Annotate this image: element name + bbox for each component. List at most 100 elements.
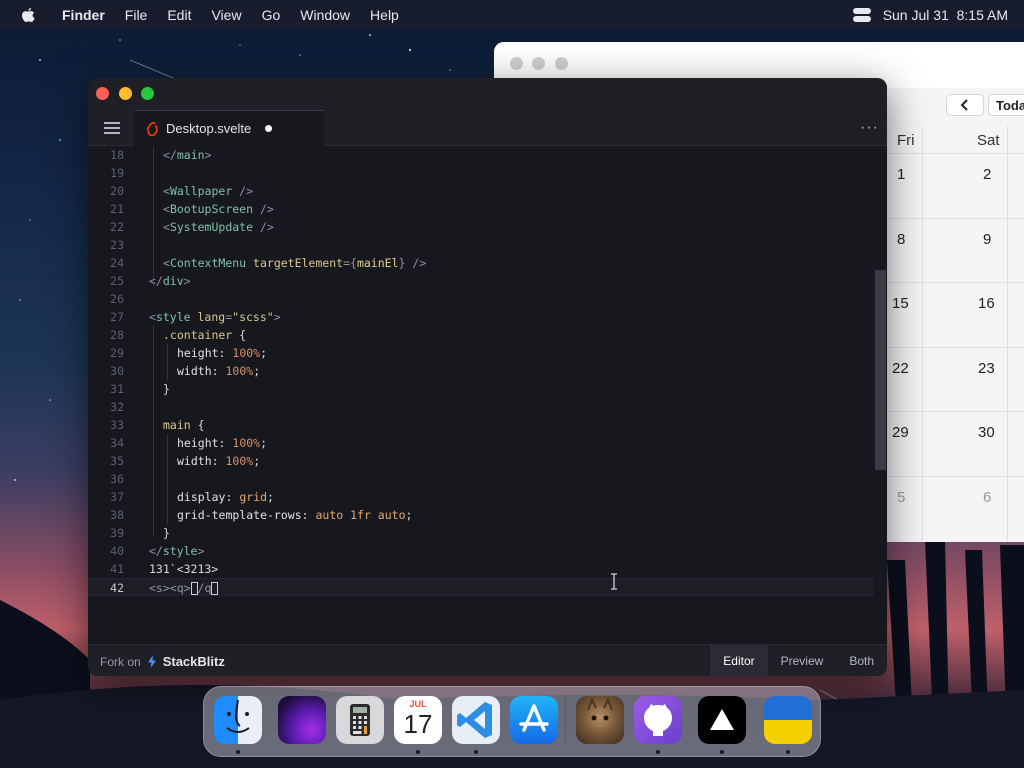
close-button[interactable]: [96, 87, 109, 100]
running-indicator: [720, 750, 724, 754]
line-number: 22: [110, 220, 124, 234]
calendar-day[interactable]: 8: [897, 231, 905, 248]
menu-file[interactable]: File: [125, 7, 148, 23]
calendar-day[interactable]: 23: [978, 360, 995, 377]
calendar-day-headers: Fri Sat: [887, 126, 1024, 154]
calendar-day[interactable]: 9: [983, 231, 991, 248]
control-center-icon[interactable]: [852, 7, 871, 22]
menu-go[interactable]: Go: [262, 7, 281, 23]
line-number: 39: [110, 526, 124, 540]
code-line: 34 height: 100%;: [88, 434, 887, 452]
octocat-icon: [644, 704, 672, 736]
day-header-fri: Fri: [897, 132, 915, 149]
code-line: 31}: [88, 380, 887, 398]
code-line: 36: [88, 470, 887, 488]
running-indicator: [474, 750, 478, 754]
line-number: 36: [110, 472, 124, 486]
calendar-day[interactable]: 22: [892, 360, 909, 377]
unsaved-dot-icon: [265, 125, 273, 132]
chevron-left-icon: [960, 99, 968, 111]
prev-month-button[interactable]: [946, 94, 984, 116]
calendar-day[interactable]: 30: [978, 424, 995, 441]
code-line: 21 <BootupScreen />: [88, 200, 887, 218]
calendar-day[interactable]: 2: [983, 166, 991, 183]
line-number: 34: [110, 436, 124, 450]
ibeam-cursor-icon: [611, 573, 617, 590]
finder-icon[interactable]: [214, 696, 262, 744]
calendar-day-label: 17: [403, 709, 433, 739]
code-line: 35 width: 100%;: [88, 452, 887, 470]
calendar-day[interactable]: 1: [897, 166, 905, 183]
menu-finder[interactable]: Finder: [62, 7, 105, 23]
calendar-week: 12: [887, 154, 1024, 219]
calendar-week: 22 23: [887, 348, 1024, 412]
code-line: 30 width: 100%;: [88, 362, 887, 380]
minimize-light[interactable]: [532, 57, 545, 70]
menu-help[interactable]: Help: [370, 7, 399, 23]
tab-both[interactable]: Both: [836, 645, 887, 676]
code-editor[interactable]: 18 </main> 19 20 <Wallpaper /> 21 <BootupSc…: [88, 146, 887, 644]
calendar-day[interactable]: 5: [897, 489, 905, 506]
code-line: 32: [88, 398, 887, 416]
finder-face-icon: [226, 699, 250, 733]
calendar-week: 89: [887, 219, 1024, 283]
fork-on-stackblitz-link[interactable]: Fork on StackBlitz: [100, 654, 225, 669]
vscode-icon[interactable]: [452, 696, 500, 744]
ukraine-flag-icon[interactable]: [764, 696, 812, 744]
editor-window: Desktop.svelte ··· 18 </main> 19 20 <Wallp…: [88, 78, 887, 676]
code-line: 26: [88, 290, 887, 308]
tab-desktop-svelte[interactable]: Desktop.svelte: [134, 110, 324, 146]
zoom-light[interactable]: [555, 57, 568, 70]
hamburger-menu-icon[interactable]: [104, 121, 120, 135]
code-line: 27 <style lang="scss">: [88, 308, 887, 326]
app-store-icon[interactable]: [510, 696, 558, 744]
line-number: 20: [110, 184, 124, 198]
code-line: 23: [88, 236, 887, 254]
code-line: 29 height: 100%;: [88, 344, 887, 362]
bracket-match-box: [190, 582, 198, 595]
close-light[interactable]: [510, 57, 523, 70]
apple-icon[interactable]: [20, 6, 38, 24]
minimize-button[interactable]: [119, 87, 132, 100]
calculator-glyph-icon: [350, 704, 370, 736]
zoom-button[interactable]: [141, 87, 154, 100]
line-number: 18: [110, 148, 124, 162]
today-button[interactable]: Toda: [988, 94, 1024, 116]
line-number: 33: [110, 418, 124, 432]
calendar-day[interactable]: 16: [978, 295, 995, 312]
line-number: 30: [110, 364, 124, 378]
tab-editor[interactable]: Editor: [710, 645, 768, 676]
calculator-icon[interactable]: [336, 696, 384, 744]
view-mode-tabs: Editor Preview Both: [710, 645, 887, 676]
menubar-clock[interactable]: Sun Jul 31 8:15 AM: [883, 7, 1008, 23]
line-number: 32: [110, 400, 124, 414]
line-number: 27: [110, 310, 124, 324]
code-line: 24 <ContextMenu targetElement={mainEl} />: [88, 254, 887, 272]
menu-view[interactable]: View: [211, 7, 241, 23]
purple-wallpaper-icon[interactable]: [278, 696, 326, 744]
vercel-icon[interactable]: [698, 696, 746, 744]
calendar-day[interactable]: 6: [983, 489, 991, 506]
calendar-icon[interactable]: JUL 17: [394, 696, 442, 744]
app-store-glyph-icon: [519, 704, 549, 732]
calendar-day[interactable]: 29: [892, 424, 909, 441]
line-number: 23: [110, 238, 124, 252]
cat-photo-icon[interactable]: [576, 696, 624, 744]
running-indicator: [236, 750, 240, 754]
line-number: 31: [110, 382, 124, 396]
menu-window[interactable]: Window: [300, 7, 350, 23]
tab-preview[interactable]: Preview: [768, 645, 837, 676]
dock-separator: [565, 697, 566, 745]
lightning-bolt-icon: [147, 655, 156, 668]
editor-scrollbar[interactable]: [874, 146, 887, 644]
more-options-icon[interactable]: ···: [860, 119, 879, 137]
code-line: 18 </main>: [88, 146, 887, 164]
github-icon[interactable]: [634, 696, 682, 744]
scrollbar-thumb[interactable]: [875, 270, 886, 470]
fork-label: Fork on: [100, 654, 141, 669]
calendar-day[interactable]: 15: [892, 295, 909, 312]
menu-edit[interactable]: Edit: [167, 7, 191, 23]
running-indicator: [416, 750, 420, 754]
vscode-glyph-icon: [457, 702, 492, 738]
code-line: 39}: [88, 524, 887, 542]
